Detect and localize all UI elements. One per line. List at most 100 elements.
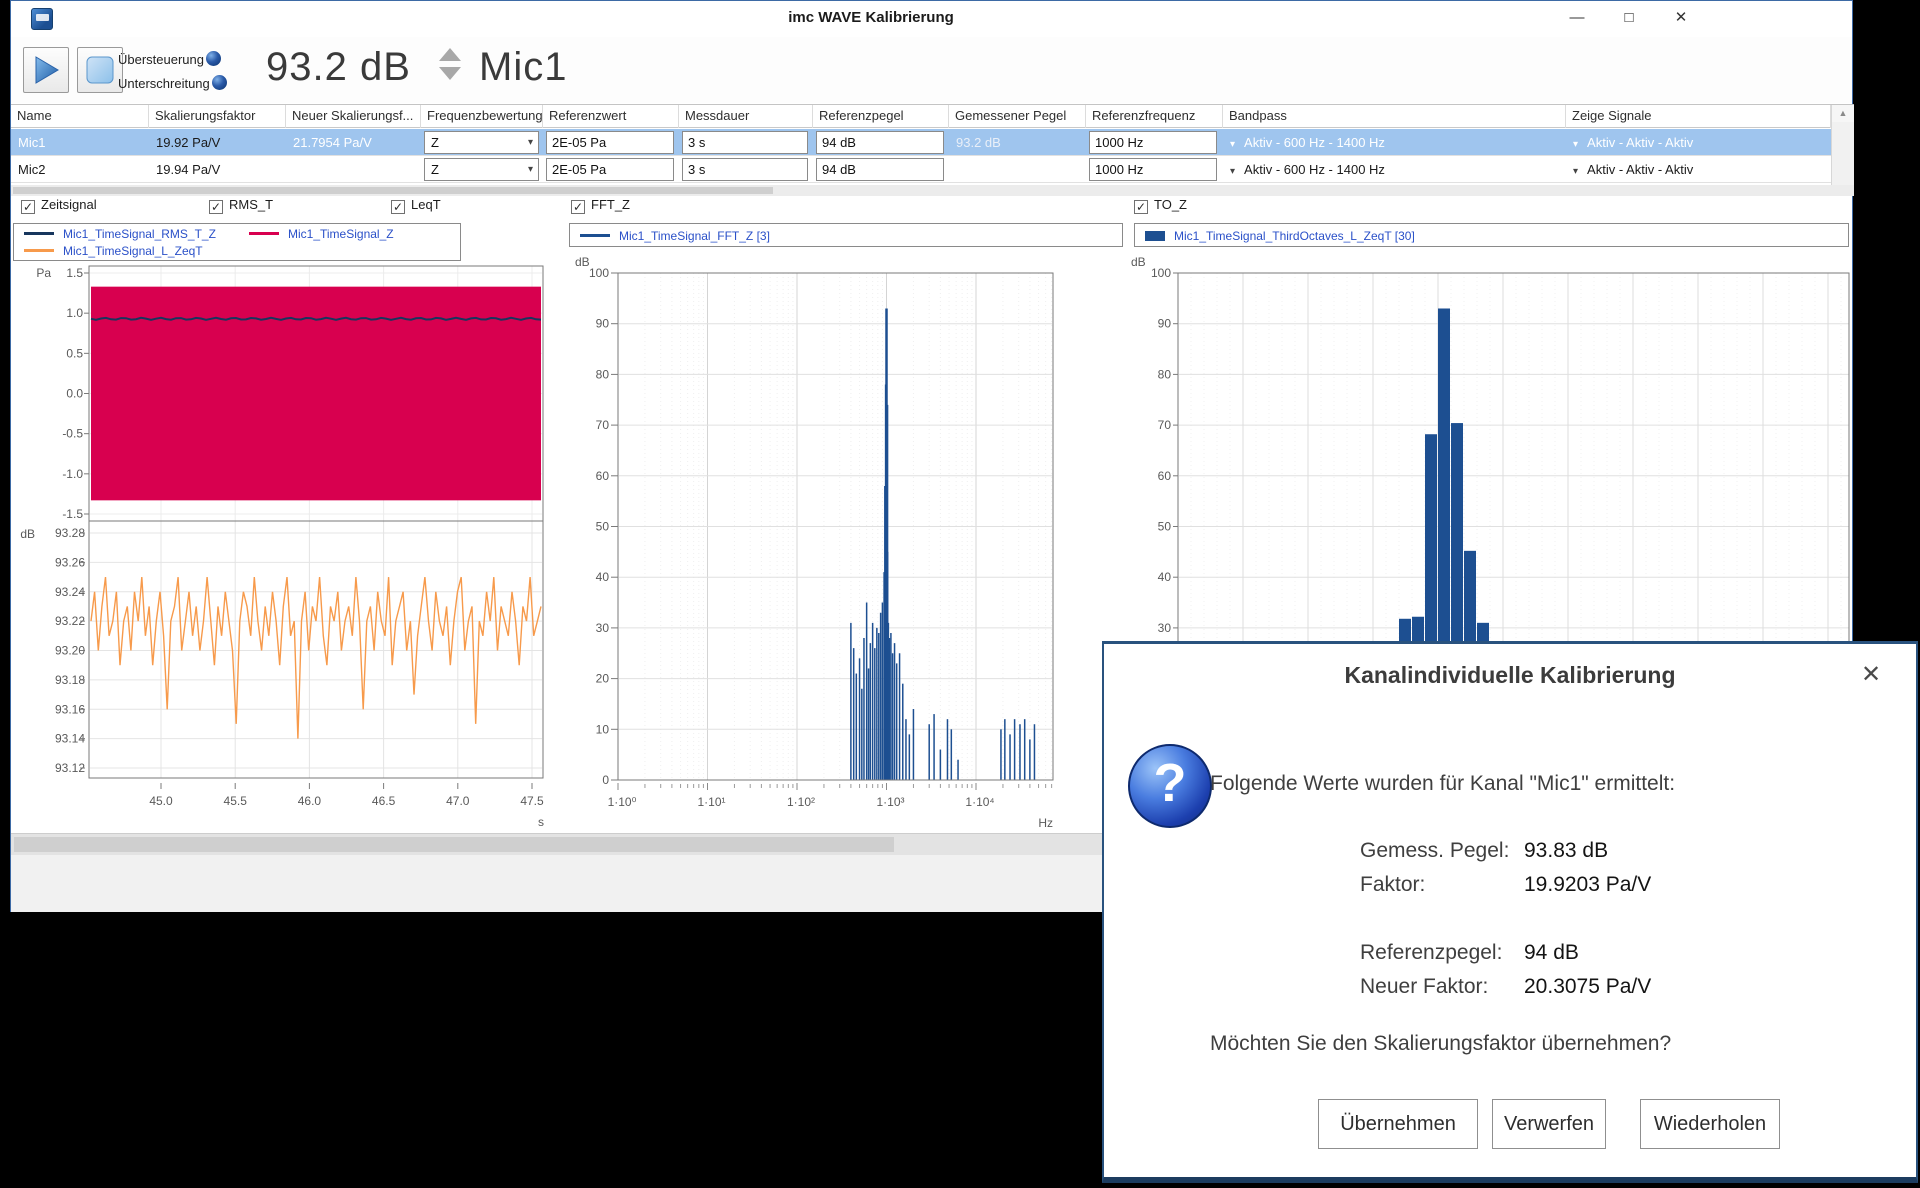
maximize-button[interactable]: □ [1605, 1, 1653, 35]
table-row-mic2[interactable]: Mic2 19.94 Pa/V Z ▾ 2E-05 Pa 3 s 94 dB 1… [11, 156, 1831, 183]
col-header-referenzpegel[interactable]: Referenzpegel [813, 105, 949, 128]
svg-text:dB: dB [20, 527, 35, 541]
svg-text:47.5: 47.5 [520, 794, 544, 808]
fft-chart: dB10090807060504030201001·10⁰1·10¹1·10²1… [561, 256, 1144, 856]
svg-text:50: 50 [596, 520, 610, 534]
col-header-referenzwert[interactable]: Referenzwert [543, 105, 679, 128]
referenzfrequenz-input[interactable]: 1000 Hz [1089, 158, 1217, 181]
checkbox-rms-t[interactable]: ✓RMS_T [209, 197, 273, 215]
underrun-label: Unterschreitung [118, 76, 210, 91]
frequenzbewertung-dropdown[interactable]: Z ▾ [424, 131, 539, 154]
col-header-messdauer[interactable]: Messdauer [679, 105, 813, 128]
dialog-close-icon[interactable]: ✕ [1854, 658, 1888, 692]
stop-icon [78, 79, 122, 96]
col-header-zeige-signale[interactable]: Zeige Signale [1566, 105, 1831, 128]
channel-display: Mic1 [479, 45, 567, 90]
channel-table: Name Skalierungsfaktor Neuer Skalierungs… [11, 104, 1854, 185]
svg-text:90: 90 [596, 317, 610, 331]
frequenzbewertung-dropdown[interactable]: Z ▾ [424, 158, 539, 181]
svg-text:90: 90 [1158, 317, 1172, 331]
toolbar: Übersteuerung Unterschreitung 93.2 dB Mi… [11, 37, 1852, 103]
result-label: Faktor: [1360, 873, 1425, 897]
svg-text:s: s [538, 815, 544, 829]
minimize-button[interactable]: — [1553, 1, 1601, 35]
table-row-mic1[interactable]: Mic1 19.92 Pa/V 21.7954 Pa/V Z ▾ 2E-05 P… [11, 129, 1831, 156]
uebernehmen-button[interactable]: Übernehmen [1318, 1099, 1478, 1149]
dropdown-arrow-icon: ▾ [528, 164, 533, 175]
app-icon [31, 8, 53, 30]
checkbox-zeitsignal[interactable]: ✓Zeitsignal [21, 197, 97, 215]
svg-text:1·10³: 1·10³ [876, 795, 904, 809]
checkbox-to-z[interactable]: ✓TO_Z [1134, 197, 1187, 215]
col-header-neuer-skalierungsfaktor[interactable]: Neuer Skalierungsf... [286, 105, 421, 128]
referenzpegel-input[interactable]: 94 dB [816, 158, 944, 181]
channel-down-icon[interactable] [439, 67, 461, 80]
legend-swatch-leqt [24, 249, 54, 252]
dropdown-arrow-icon: ▾ [528, 137, 533, 148]
dialog-intro: Folgende Werte wurden für Kanal "Mic1" e… [1210, 772, 1850, 796]
bandpass-dropdown[interactable]: ▾Aktiv - 600 Hz - 1400 Hz [1223, 156, 1566, 183]
referenzwert-input[interactable]: 2E-05 Pa [546, 158, 674, 181]
question-icon: ? [1128, 744, 1212, 828]
question-glyph: ? [1130, 752, 1210, 814]
col-header-skalierungsfaktor[interactable]: Skalierungsfaktor [149, 105, 286, 128]
scrollbar-thumb[interactable] [14, 837, 894, 852]
start-button[interactable] [23, 47, 69, 93]
scrollbar-thumb[interactable] [13, 187, 773, 194]
svg-text:1·10¹: 1·10¹ [697, 795, 725, 809]
checkbox-leqt[interactable]: ✓LeqT [391, 197, 441, 215]
svg-text:1.5: 1.5 [66, 266, 83, 280]
table-vertical-scrollbar[interactable]: ▲ [1831, 105, 1854, 186]
legend-label: Mic1_TimeSignal_RMS_T_Z [63, 227, 239, 241]
scroll-up-icon[interactable]: ▲ [1832, 105, 1854, 122]
checked-checkbox-icon[interactable]: ✓ [209, 200, 223, 214]
table-horizontal-scrollbar[interactable] [11, 185, 1854, 196]
legend-swatch-rms [24, 232, 54, 235]
messdauer-input[interactable]: 3 s [682, 158, 808, 181]
zeige-signale-dropdown[interactable]: ▾Aktiv - Aktiv - Aktiv [1566, 156, 1831, 183]
referenzfrequenz-input[interactable]: 1000 Hz [1089, 131, 1217, 154]
checked-checkbox-icon[interactable]: ✓ [391, 200, 405, 214]
messdauer-input[interactable]: 3 s [682, 131, 808, 154]
dropdown-arrow-icon: ▾ [1230, 139, 1235, 150]
overload-led-icon [206, 51, 221, 66]
zeige-signale-dropdown[interactable]: ▾Aktiv - Aktiv - Aktiv [1566, 129, 1831, 156]
cell-neuer-skalierungsfaktor [286, 156, 421, 183]
svg-text:1·10²: 1·10² [787, 795, 815, 809]
bandpass-value: Aktiv - 600 Hz - 1400 Hz [1244, 135, 1385, 150]
referenzpegel-input[interactable]: 94 dB [816, 131, 944, 154]
wiederholen-button[interactable]: Wiederholen [1640, 1099, 1780, 1149]
svg-text:100: 100 [1151, 266, 1171, 280]
result-value: 19.9203 Pa/V [1524, 873, 1651, 897]
close-button[interactable]: ✕ [1657, 1, 1705, 35]
legend-swatch-thirdoctaves [1145, 231, 1165, 241]
checked-checkbox-icon[interactable]: ✓ [1134, 200, 1148, 214]
legend-label: Mic1_TimeSignal_Z [288, 227, 394, 241]
svg-text:70: 70 [596, 418, 610, 432]
referenzwert-input[interactable]: 2E-05 Pa [546, 131, 674, 154]
legend-fft-chart: Mic1_TimeSignal_FFT_Z [3] [569, 223, 1123, 247]
svg-text:dB: dB [1131, 256, 1146, 269]
overload-label: Übersteuerung [118, 52, 204, 67]
verwerfen-button[interactable]: Verwerfen [1492, 1099, 1606, 1149]
svg-text:45.0: 45.0 [149, 794, 173, 808]
dialog-title: Kanalindividuelle Kalibrierung [1104, 662, 1916, 689]
cell-neuer-skalierungsfaktor: 21.7954 Pa/V [286, 129, 421, 156]
stop-button[interactable] [77, 47, 123, 93]
dropdown-arrow-icon: ▾ [1573, 166, 1578, 177]
svg-text:40: 40 [596, 570, 610, 584]
col-header-gemessener-pegel[interactable]: Gemessener Pegel [949, 105, 1086, 128]
col-header-name[interactable]: Name [11, 105, 149, 128]
svg-text:30: 30 [1158, 621, 1172, 635]
result-label: Gemess. Pegel: [1360, 839, 1509, 863]
col-header-frequenzbewertung[interactable]: Frequenzbewertung [421, 105, 543, 128]
bandpass-dropdown[interactable]: ▾ Aktiv - 600 Hz - 1400 Hz [1223, 129, 1566, 156]
col-header-bandpass[interactable]: Bandpass [1223, 105, 1566, 128]
result-label: Referenzpegel: [1360, 941, 1502, 965]
col-header-referenzfrequenz[interactable]: Referenzfrequenz [1086, 105, 1223, 128]
checkbox-fft-z[interactable]: ✓FFT_Z [571, 197, 630, 215]
checked-checkbox-icon[interactable]: ✓ [21, 200, 35, 214]
svg-text:-1.5: -1.5 [62, 507, 83, 521]
channel-up-icon[interactable] [439, 48, 461, 61]
checked-checkbox-icon[interactable]: ✓ [571, 200, 585, 214]
